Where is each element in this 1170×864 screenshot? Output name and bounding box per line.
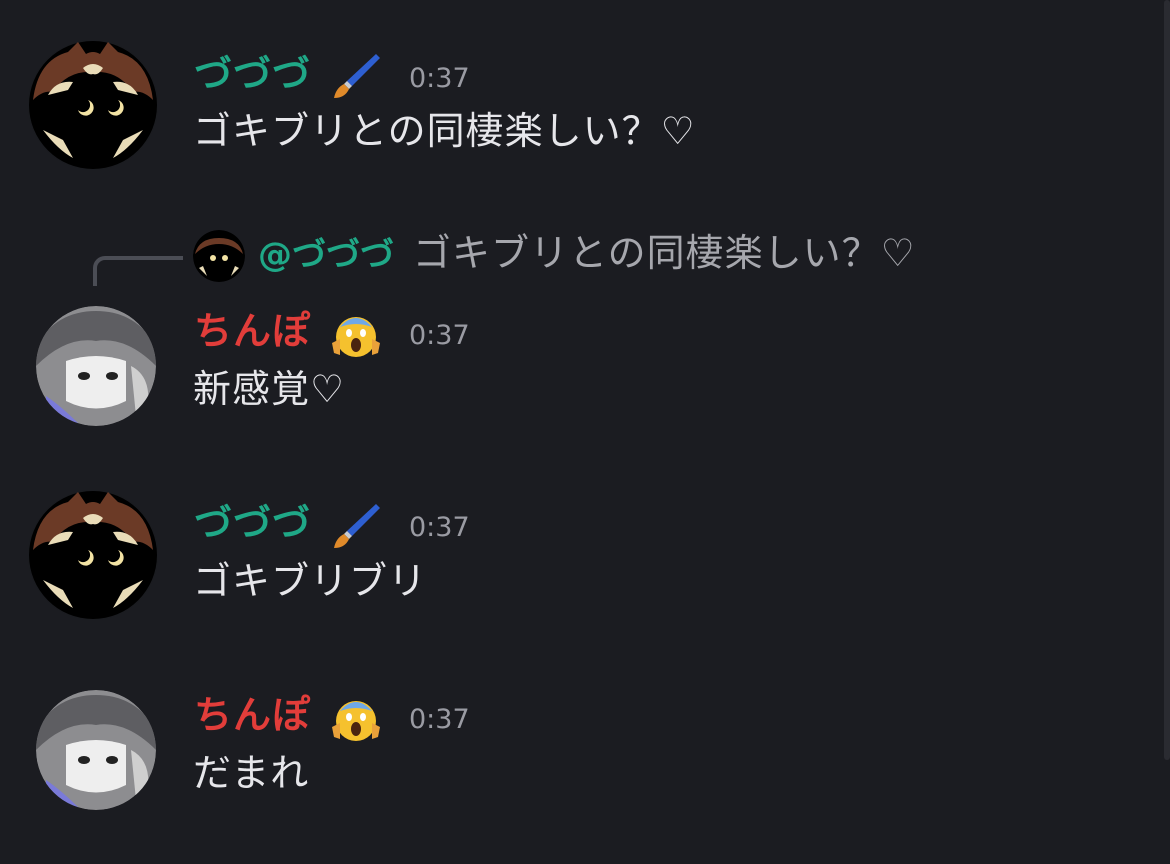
avatar[interactable] — [36, 690, 156, 810]
message-text: ゴキブリブリ — [193, 559, 428, 603]
username[interactable]: ちんぽ — [194, 312, 311, 350]
username[interactable]: ちんぽ — [194, 696, 311, 734]
message-text: 新感覚♡ — [193, 367, 346, 411]
avatar[interactable] — [28, 490, 158, 620]
chat-log: づづづ 0:37 ゴキブリとの同棲楽しい？♡ @づづづ ゴキブリとの同棲楽しい？… — [0, 0, 1170, 864]
timestamp: 0:37 — [409, 320, 470, 351]
reply-connector — [93, 256, 183, 286]
reply-avatar[interactable] — [193, 230, 245, 282]
message-text: だまれ — [193, 751, 310, 795]
avatar[interactable] — [36, 306, 156, 426]
screaming-face-icon — [330, 693, 382, 745]
scrollbar[interactable] — [1164, 0, 1170, 760]
screaming-face-icon — [330, 309, 382, 361]
paintbrush-icon — [330, 50, 382, 102]
message-text: ゴキブリとの同棲楽しい？♡ — [193, 109, 696, 153]
username[interactable]: づづづ — [194, 504, 311, 542]
timestamp: 0:37 — [409, 63, 470, 94]
avatar[interactable] — [28, 40, 158, 170]
paintbrush-icon — [330, 500, 382, 552]
timestamp: 0:37 — [409, 704, 470, 735]
timestamp: 0:37 — [409, 512, 470, 543]
username[interactable]: づづづ — [194, 55, 311, 93]
reply-mention[interactable]: @づづづ — [258, 238, 394, 272]
reply-preview-text[interactable]: ゴキブリとの同棲楽しい？♡ — [413, 234, 916, 272]
